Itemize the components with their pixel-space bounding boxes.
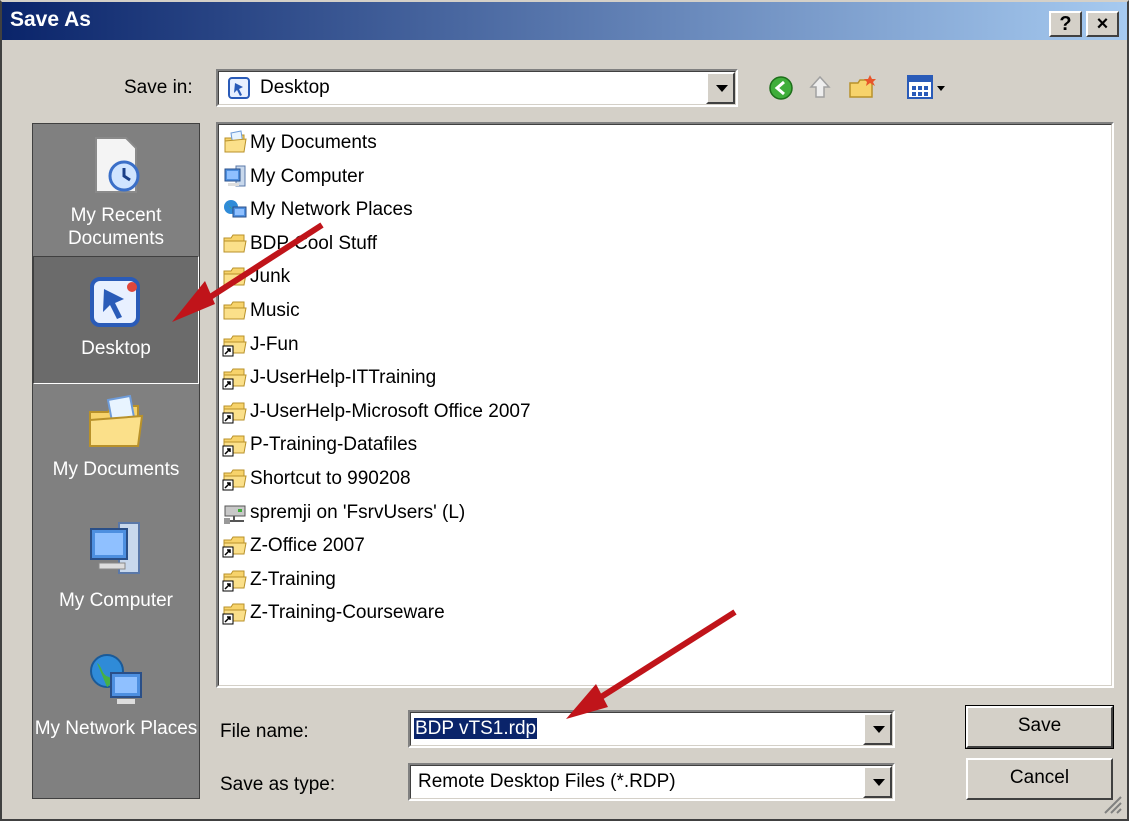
file-name-text: Z-Training — [250, 568, 336, 590]
folder-shortcut-icon — [222, 432, 250, 458]
file-name-text: Z-Office 2007 — [250, 535, 365, 557]
place-my-computer[interactable]: My Computer — [33, 519, 199, 639]
save-in-dropdown[interactable]: Desktop — [216, 69, 738, 107]
save-as-type-label: Save as type: — [220, 774, 336, 795]
new-folder-icon[interactable] — [848, 73, 878, 101]
file-name-text: Junk — [250, 266, 291, 288]
file-name-text: J-UserHelp-Microsoft Office 2007 — [250, 400, 531, 422]
file-list-item[interactable]: My Network Places — [222, 194, 413, 226]
file-list-item[interactable]: Z-Office 2007 — [222, 530, 365, 562]
folder-shortcut-icon — [222, 567, 250, 593]
file-name-value[interactable]: BDP vTS1.rdp — [414, 718, 538, 739]
file-name-text: Music — [250, 300, 300, 321]
window-title: Save As — [10, 8, 91, 31]
desktop-icon — [90, 277, 140, 327]
file-list-item[interactable]: My Computer — [222, 161, 364, 193]
desktop-icon — [228, 77, 250, 99]
file-list-item[interactable]: BDP Cool Stuff — [222, 228, 377, 260]
my-documents-icon — [222, 130, 250, 156]
resize-grip-icon[interactable] — [1101, 793, 1123, 815]
file-name-dropdown-button[interactable] — [863, 713, 892, 745]
my-computer-icon — [222, 164, 250, 190]
file-name-text: My Network Places — [250, 199, 413, 221]
file-name-text: J-UserHelp-ITTraining — [250, 367, 437, 389]
place-label: My Computer — [58, 590, 174, 611]
save-as-type-dropdown[interactable]: Remote Desktop Files (*.RDP) — [408, 763, 895, 801]
file-name-text: My Computer — [250, 165, 365, 187]
folder-shortcut-icon — [222, 600, 250, 626]
title-bar[interactable]: Save As ? × — [2, 2, 1127, 40]
save-button[interactable]: Save — [965, 705, 1114, 749]
folder-icon — [222, 298, 250, 324]
file-list-item[interactable]: Z-Training — [222, 564, 336, 596]
network-places-icon — [222, 197, 250, 223]
folder-shortcut-icon — [222, 399, 250, 425]
file-list-item[interactable]: My Documents — [222, 127, 377, 159]
cancel-button[interactable]: Cancel — [966, 758, 1113, 800]
place-label: My Recent Documents — [67, 205, 165, 249]
file-list-item[interactable]: Music — [222, 295, 300, 327]
file-name-text: P-Training-Datafiles — [250, 434, 418, 456]
save-in-value: Desktop — [260, 77, 330, 98]
save-in-label: Save in: — [124, 77, 193, 98]
file-name-input[interactable]: BDP vTS1.rdp — [408, 710, 895, 748]
save-in-dropdown-button[interactable] — [706, 72, 735, 104]
folder-shortcut-icon — [222, 466, 250, 492]
file-list-item[interactable]: P-Training-Datafiles — [222, 429, 417, 461]
file-name-text: spremji on 'FsrvUsers' (L) — [250, 501, 466, 523]
save-as-type-value: Remote Desktop Files (*.RDP) — [418, 771, 676, 792]
file-list[interactable]: My Documents My Computer My Network Places… — [216, 122, 1114, 688]
place-desktop[interactable]: Desktop — [33, 256, 199, 384]
file-list-item[interactable]: J-UserHelp-Microsoft Office 2007 — [222, 396, 531, 428]
place-label: My Documents — [52, 459, 180, 480]
save-as-dialog: Save As ? × Save in: Desktop My Recent D… — [0, 0, 1129, 821]
help-button[interactable]: ? — [1049, 11, 1082, 37]
folder-icon — [222, 264, 250, 290]
file-name-text: BDP Cool Stuff — [250, 232, 378, 254]
places-bar: My Recent Documents Desktop My Documents — [32, 123, 200, 799]
place-my-network-places[interactable]: My Network Places — [33, 649, 199, 789]
view-menu-icon[interactable] — [907, 75, 949, 101]
folder-shortcut-icon — [222, 332, 250, 358]
my-documents-icon — [89, 394, 144, 447]
file-list-item[interactable]: Shortcut to 990208 — [222, 463, 411, 495]
place-my-recent-documents[interactable]: My Recent Documents — [33, 134, 199, 254]
file-list-item[interactable]: J-UserHelp-ITTraining — [222, 362, 436, 394]
folder-icon — [222, 231, 250, 257]
place-label: My Network Places — [34, 718, 198, 739]
file-name-text: Z-Training-Courseware — [250, 602, 445, 624]
file-list-item[interactable]: spremji on 'FsrvUsers' (L) — [222, 497, 465, 529]
up-folder-icon[interactable] — [807, 73, 833, 101]
recent-documents-icon — [95, 137, 140, 193]
folder-shortcut-icon — [222, 533, 250, 559]
place-label: Desktop — [81, 338, 151, 359]
file-name-text: Shortcut to 990208 — [250, 468, 411, 489]
file-list-item[interactable]: J-Fun — [222, 329, 299, 361]
folder-shortcut-icon — [222, 365, 250, 391]
back-icon[interactable] — [768, 75, 794, 101]
file-name-label: File name: — [220, 721, 309, 742]
file-list-item[interactable]: Junk — [222, 261, 290, 293]
file-name-text: My Documents — [250, 132, 377, 153]
save-as-type-dropdown-button[interactable] — [863, 766, 892, 798]
file-list-item[interactable]: Z-Training-Courseware — [222, 597, 445, 629]
close-button[interactable]: × — [1086, 11, 1119, 37]
my-computer-icon — [90, 522, 140, 574]
place-my-documents[interactable]: My Documents — [33, 394, 199, 514]
network-drive-icon — [222, 500, 250, 526]
network-places-icon — [90, 654, 142, 704]
file-name-text: J-Fun — [250, 333, 299, 355]
